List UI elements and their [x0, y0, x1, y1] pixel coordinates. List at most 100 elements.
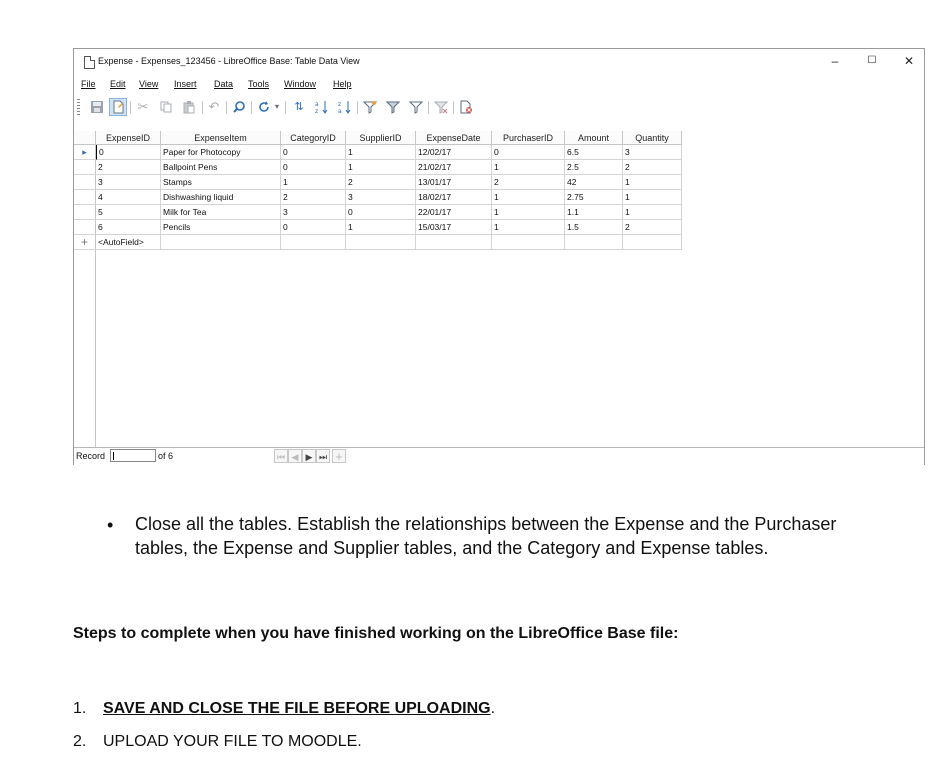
- new-record-icon[interactable]: +: [332, 449, 346, 464]
- column-header-categoryid[interactable]: CategoryID: [281, 131, 346, 145]
- table-cell[interactable]: 1: [281, 175, 346, 190]
- table-cell[interactable]: Stamps: [161, 175, 281, 190]
- table-cell[interactable]: 0: [281, 220, 346, 235]
- table-cell[interactable]: 2: [96, 160, 161, 175]
- next-record-icon[interactable]: ▶: [302, 449, 316, 463]
- table-cell[interactable]: 42: [565, 175, 623, 190]
- table-cell[interactable]: [346, 235, 416, 250]
- table-cell[interactable]: 1: [492, 160, 565, 175]
- table-cell[interactable]: 1: [346, 220, 416, 235]
- table-cell[interactable]: 0: [492, 145, 565, 160]
- table-cell[interactable]: 3: [281, 205, 346, 220]
- first-record-icon[interactable]: ⏮: [274, 449, 288, 463]
- table-cell[interactable]: 2: [346, 175, 416, 190]
- menu-tools[interactable]: Tools: [248, 79, 269, 89]
- table-cell[interactable]: 1: [623, 175, 682, 190]
- table-cell[interactable]: Milk for Tea: [161, 205, 281, 220]
- row-selector[interactable]: [74, 190, 96, 205]
- minimize-button[interactable]: –: [826, 54, 844, 68]
- menu-file[interactable]: File: [81, 79, 96, 89]
- delete-record-icon[interactable]: [457, 98, 475, 116]
- table-cell[interactable]: 1: [492, 205, 565, 220]
- table-cell[interactable]: 3: [623, 145, 682, 160]
- maximize-button[interactable]: ☐: [863, 54, 881, 68]
- column-header-amount[interactable]: Amount: [565, 131, 623, 145]
- current-row-marker[interactable]: ▸: [74, 145, 96, 160]
- table-cell[interactable]: [492, 235, 565, 250]
- table-cell[interactable]: 2: [623, 220, 682, 235]
- table-cell[interactable]: 22/01/17: [416, 205, 492, 220]
- undo-icon[interactable]: ↶: [205, 98, 223, 116]
- table-cell[interactable]: Paper for Photocopy: [161, 145, 281, 160]
- table-cell[interactable]: 5: [96, 205, 161, 220]
- close-button[interactable]: ✕: [900, 54, 918, 68]
- cut-icon[interactable]: ✂: [134, 98, 152, 116]
- menu-view[interactable]: View: [139, 79, 158, 89]
- table-cell[interactable]: [623, 235, 682, 250]
- table-cell[interactable]: 0: [96, 145, 161, 160]
- previous-record-icon[interactable]: ◀: [288, 449, 302, 463]
- table-cell[interactable]: 2: [492, 175, 565, 190]
- sort-icon[interactable]: ⇅: [290, 98, 308, 116]
- table-cell[interactable]: 1: [623, 190, 682, 205]
- table-cell[interactable]: 4: [96, 190, 161, 205]
- column-header-expenseid[interactable]: ExpenseID: [96, 131, 161, 145]
- last-record-icon[interactable]: ⏭: [316, 449, 330, 463]
- table-cell[interactable]: 1: [492, 220, 565, 235]
- table-cell[interactable]: [281, 235, 346, 250]
- sort-ascending-icon[interactable]: az: [313, 98, 331, 116]
- menu-edit[interactable]: Edit: [110, 79, 126, 89]
- reset-filter-icon[interactable]: [432, 98, 450, 116]
- table-cell[interactable]: 2.75: [565, 190, 623, 205]
- menu-insert[interactable]: Insert: [174, 79, 197, 89]
- column-header-expensedate[interactable]: ExpenseDate: [416, 131, 492, 145]
- table-cell[interactable]: 13/01/17: [416, 175, 492, 190]
- table-cell[interactable]: 1.5: [565, 220, 623, 235]
- table-cell[interactable]: 1: [492, 190, 565, 205]
- table-cell[interactable]: 15/03/17: [416, 220, 492, 235]
- table-data-grid[interactable]: ExpenseID ExpenseItem CategoryID Supplie…: [74, 131, 924, 447]
- column-header-purchaserid[interactable]: PurchaserID: [492, 131, 565, 145]
- table-cell[interactable]: 6.5: [565, 145, 623, 160]
- row-header-corner[interactable]: [74, 131, 96, 145]
- standard-filter-icon[interactable]: [384, 98, 402, 116]
- table-cell[interactable]: 1: [346, 160, 416, 175]
- refresh-icon[interactable]: [255, 98, 273, 116]
- toolbar-grip[interactable]: [77, 99, 80, 115]
- new-row-marker[interactable]: +: [74, 235, 96, 250]
- table-cell[interactable]: [161, 235, 281, 250]
- menu-help[interactable]: Help: [333, 79, 352, 89]
- table-cell[interactable]: 1.1: [565, 205, 623, 220]
- table-cell[interactable]: 1: [346, 145, 416, 160]
- paste-icon[interactable]: [180, 98, 198, 116]
- save-icon[interactable]: [88, 98, 106, 116]
- apply-filter-icon[interactable]: [407, 98, 425, 116]
- record-number-input[interactable]: [110, 449, 156, 462]
- table-cell[interactable]: [565, 235, 623, 250]
- copy-icon[interactable]: [157, 98, 175, 116]
- row-selector[interactable]: [74, 205, 96, 220]
- table-cell[interactable]: 2: [623, 160, 682, 175]
- find-icon[interactable]: [230, 98, 248, 116]
- new-row-autofield[interactable]: <AutoField>: [96, 235, 161, 250]
- column-header-supplierid[interactable]: SupplierID: [346, 131, 416, 145]
- table-cell[interactable]: 2: [281, 190, 346, 205]
- column-header-expenseitem[interactable]: ExpenseItem: [161, 131, 281, 145]
- table-cell[interactable]: 21/02/17: [416, 160, 492, 175]
- table-cell[interactable]: 2.5: [565, 160, 623, 175]
- table-cell[interactable]: 6: [96, 220, 161, 235]
- refresh-dropdown-arrow[interactable]: ▾: [272, 98, 282, 116]
- row-selector[interactable]: [74, 160, 96, 175]
- table-cell[interactable]: 1: [623, 205, 682, 220]
- table-cell[interactable]: 3: [96, 175, 161, 190]
- autofilter-icon[interactable]: [361, 98, 379, 116]
- row-selector[interactable]: [74, 175, 96, 190]
- sort-descending-icon[interactable]: za: [336, 98, 354, 116]
- menu-window[interactable]: Window: [284, 79, 316, 89]
- table-cell[interactable]: 18/02/17: [416, 190, 492, 205]
- table-cell[interactable]: 12/02/17: [416, 145, 492, 160]
- edit-doc-icon[interactable]: [109, 98, 127, 116]
- column-header-quantity[interactable]: Quantity: [623, 131, 682, 145]
- table-cell[interactable]: Ballpoint Pens: [161, 160, 281, 175]
- table-cell[interactable]: Dishwashing liquid: [161, 190, 281, 205]
